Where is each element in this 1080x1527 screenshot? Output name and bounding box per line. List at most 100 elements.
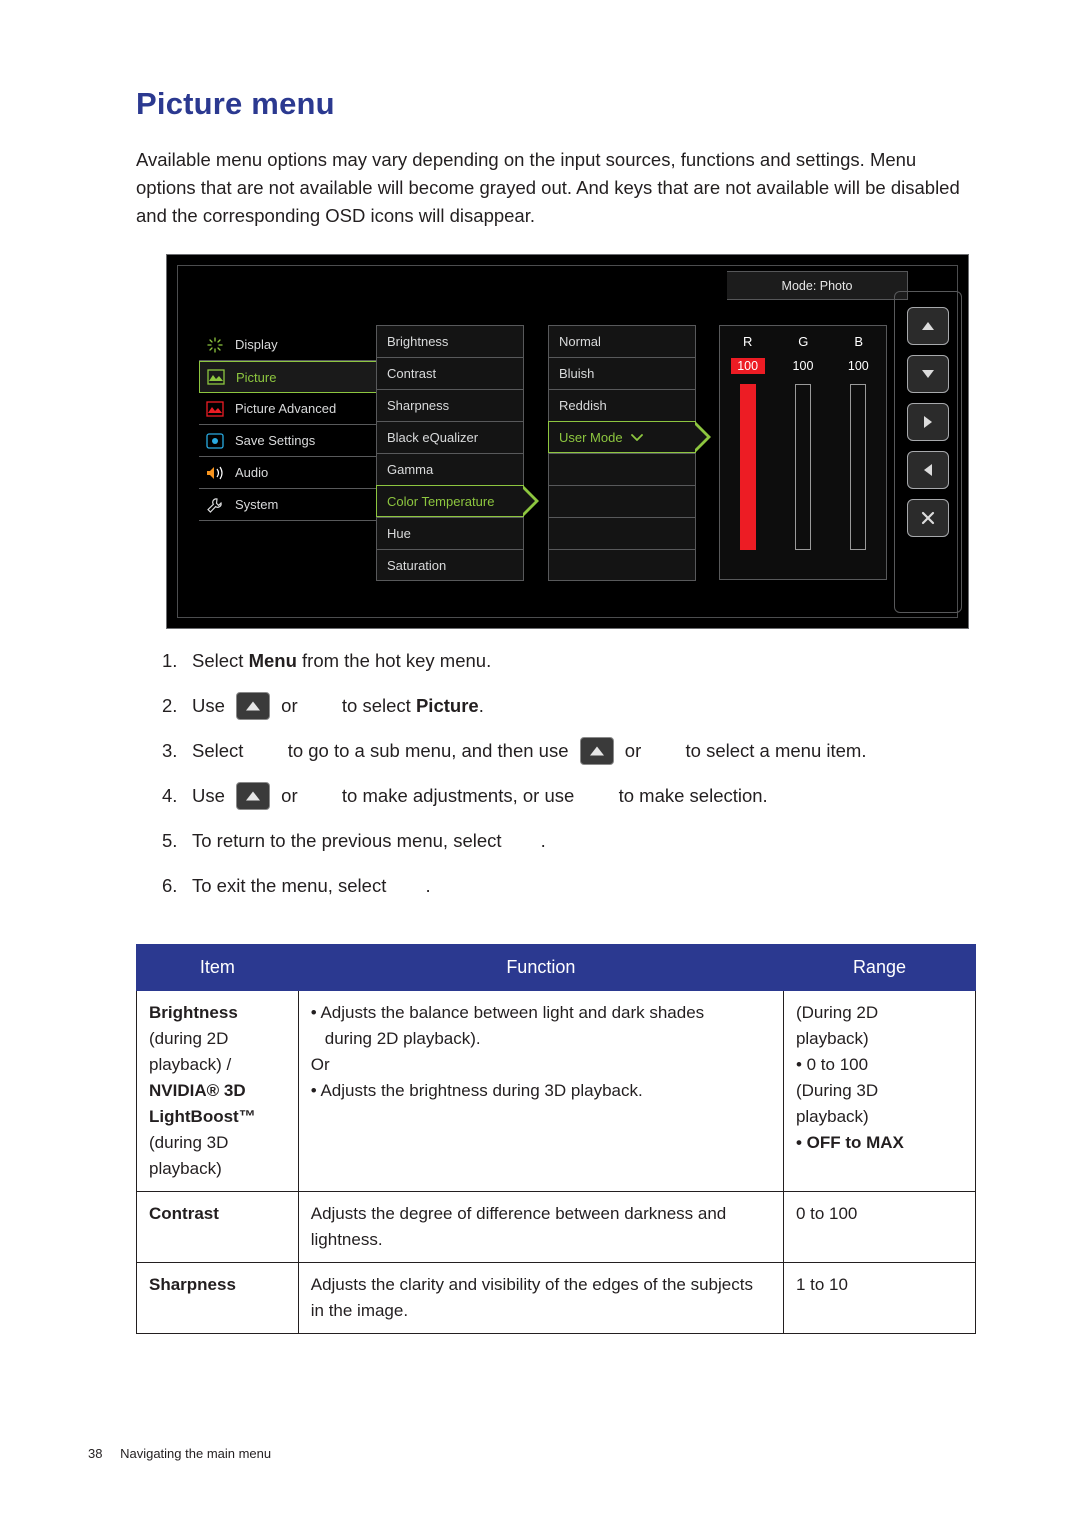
table-cell-item: Brightness (during 2D playback) / NVIDIA… xyxy=(136,990,299,1192)
up-arrow-glyph xyxy=(246,791,261,801)
step-text-pre: To exit the menu, select xyxy=(192,875,392,896)
osd-option-reddish[interactable]: Reddish xyxy=(548,389,696,421)
rgb-label-r: R xyxy=(742,334,753,349)
item-line: LightBoost™ xyxy=(149,1107,256,1126)
step-text-pre: Select xyxy=(192,740,249,761)
osd-sub-item-brightness[interactable]: Brightness xyxy=(376,325,524,357)
osd-sub-label: Color Temperature xyxy=(387,493,495,509)
table-row: Brightness (during 2D playback) / NVIDIA… xyxy=(136,990,977,1192)
table-cell-function: • Adjusts the balance between light and … xyxy=(297,990,784,1192)
rgb-bars xyxy=(720,384,886,554)
osd-option-empty-3 xyxy=(548,517,696,549)
picture-icon xyxy=(204,367,228,387)
right-key[interactable] xyxy=(907,403,949,441)
osd-menu-item-audio[interactable]: Audio xyxy=(199,457,399,489)
footer-text: Navigating the main menu xyxy=(120,1446,272,1461)
step-6: 6. To exit the menu, select . xyxy=(162,871,962,901)
table-row: Contrast Adjusts the degree of differenc… xyxy=(136,1191,977,1263)
function-line: Or xyxy=(310,1055,330,1074)
up-arrow-glyph xyxy=(589,746,604,756)
range-line: 0 to 100 xyxy=(795,1204,858,1223)
step-text: Select Menu from the hot key menu. xyxy=(192,648,491,674)
osd-option-user-mode[interactable]: User Mode xyxy=(548,421,711,453)
function-line: during 2D playback). xyxy=(324,1029,481,1048)
table-header-function: Function xyxy=(297,944,784,991)
up-key-icon[interactable] xyxy=(236,782,271,810)
osd-sub-item-hue[interactable]: Hue xyxy=(376,517,524,549)
function-line: Adjusts the clarity and visibility of th… xyxy=(310,1275,753,1294)
step-text-pre: Select xyxy=(192,650,249,671)
page-footer: 38 Navigating the main menu xyxy=(88,1446,271,1461)
osd-menu-label: Display xyxy=(235,337,278,352)
osd-sub-label: Contrast xyxy=(387,366,437,381)
rgb-channel-values: 100 100 100 xyxy=(720,358,886,374)
item-line: NVIDIA® 3D xyxy=(149,1081,246,1100)
rgb-value-g[interactable]: 100 xyxy=(786,358,820,374)
rgb-label-b: B xyxy=(854,334,864,349)
intro-paragraph: Available menu options may vary dependin… xyxy=(136,149,960,226)
osd-menu-label: Picture Advanced xyxy=(235,401,337,416)
table-cell-range: (During 2D playback) • 0 to 100 (During … xyxy=(782,990,977,1192)
rgb-label-g: G xyxy=(798,334,809,349)
osd-menu-label: Picture xyxy=(236,369,277,385)
range-line: playback) xyxy=(795,1107,869,1126)
osd-menu-item-system[interactable]: System xyxy=(199,489,399,521)
table-cell-range: 0 to 100 xyxy=(782,1191,977,1263)
function-line: in the image. xyxy=(310,1301,409,1320)
up-key-icon[interactable] xyxy=(236,692,271,720)
table-header-item: Item xyxy=(136,944,299,991)
page-number: 38 xyxy=(88,1446,103,1461)
osd-sub-label: Sharpness xyxy=(387,398,450,413)
osd-menu-item-display[interactable]: Display xyxy=(199,329,399,361)
osd-menu-item-save-settings[interactable]: Save Settings xyxy=(199,425,399,457)
step-text-tail: . xyxy=(478,695,484,716)
osd-option-label: Bluish xyxy=(559,366,595,381)
range-line: • 0 to 100 xyxy=(795,1055,869,1074)
rgb-bar-r[interactable] xyxy=(739,384,756,550)
down-key[interactable] xyxy=(907,355,949,393)
step-text-mid: or xyxy=(276,695,303,716)
osd-rgb-panel: R G B 100 100 100 xyxy=(719,325,887,580)
osd-menu-item-picture-advanced[interactable]: Picture Advanced xyxy=(199,393,399,425)
step-number: 4. xyxy=(162,785,178,806)
step-text-post: to make adjustments, or use xyxy=(336,785,580,806)
step-number: 3. xyxy=(162,740,178,761)
item-line: Brightness xyxy=(149,1003,238,1022)
osd-sub-item-contrast[interactable]: Contrast xyxy=(376,357,524,389)
rgb-bar-g[interactable] xyxy=(794,384,811,550)
osd-menu-item-picture[interactable]: Picture xyxy=(199,361,414,393)
step-1: 1. Select Menu from the hot key menu. xyxy=(162,646,962,676)
rgb-value-b[interactable]: 100 xyxy=(841,358,875,374)
step-text-tail: . xyxy=(540,830,546,851)
osd-sub-label: Black eQualizer xyxy=(387,430,479,445)
osd-sub-item-black-equalizer[interactable]: Black eQualizer xyxy=(376,421,524,453)
osd-sub-item-color-temperature[interactable]: Color Temperature xyxy=(376,485,539,517)
osd-option-bluish[interactable]: Bluish xyxy=(548,357,696,389)
rgb-bar-b[interactable] xyxy=(850,384,867,550)
item-line: playback) xyxy=(149,1159,222,1178)
left-key[interactable] xyxy=(907,451,949,489)
step-5: 5. To return to the previous menu, selec… xyxy=(162,826,962,856)
table-header-range: Range xyxy=(782,944,977,991)
step-text-bold: Picture xyxy=(415,695,479,716)
save-settings-icon xyxy=(203,431,227,451)
steps-list: 1. Select Menu from the hot key menu. 2.… xyxy=(162,646,962,916)
up-key[interactable] xyxy=(907,307,949,345)
exit-key[interactable] xyxy=(907,499,949,537)
step-text-tail: to select a menu item. xyxy=(680,740,867,761)
osd-option-normal[interactable]: Normal xyxy=(548,325,696,357)
table-row: Sharpness Adjusts the clarity and visibi… xyxy=(136,1262,977,1334)
osd-sub-item-gamma[interactable]: Gamma xyxy=(376,453,524,485)
up-key-icon[interactable] xyxy=(579,737,614,765)
item-line: (during 3D xyxy=(149,1133,229,1152)
osd-options-column: Normal Bluish Reddish User Mode xyxy=(548,325,711,581)
osd-sub-item-saturation[interactable]: Saturation xyxy=(376,549,524,581)
rgb-value-r[interactable]: 100 xyxy=(730,358,765,374)
table-cell-range: 1 to 10 xyxy=(782,1262,977,1334)
function-line: lightness. xyxy=(310,1230,383,1249)
osd-mode-indicator: Mode: Photo xyxy=(727,271,908,300)
item-line: Contrast xyxy=(149,1204,219,1223)
osd-sub-item-sharpness[interactable]: Sharpness xyxy=(376,389,524,421)
function-line: • Adjusts the brightness during 3D playb… xyxy=(310,1081,643,1100)
step-3: 3. Select to go to a sub menu, and then … xyxy=(162,736,962,766)
